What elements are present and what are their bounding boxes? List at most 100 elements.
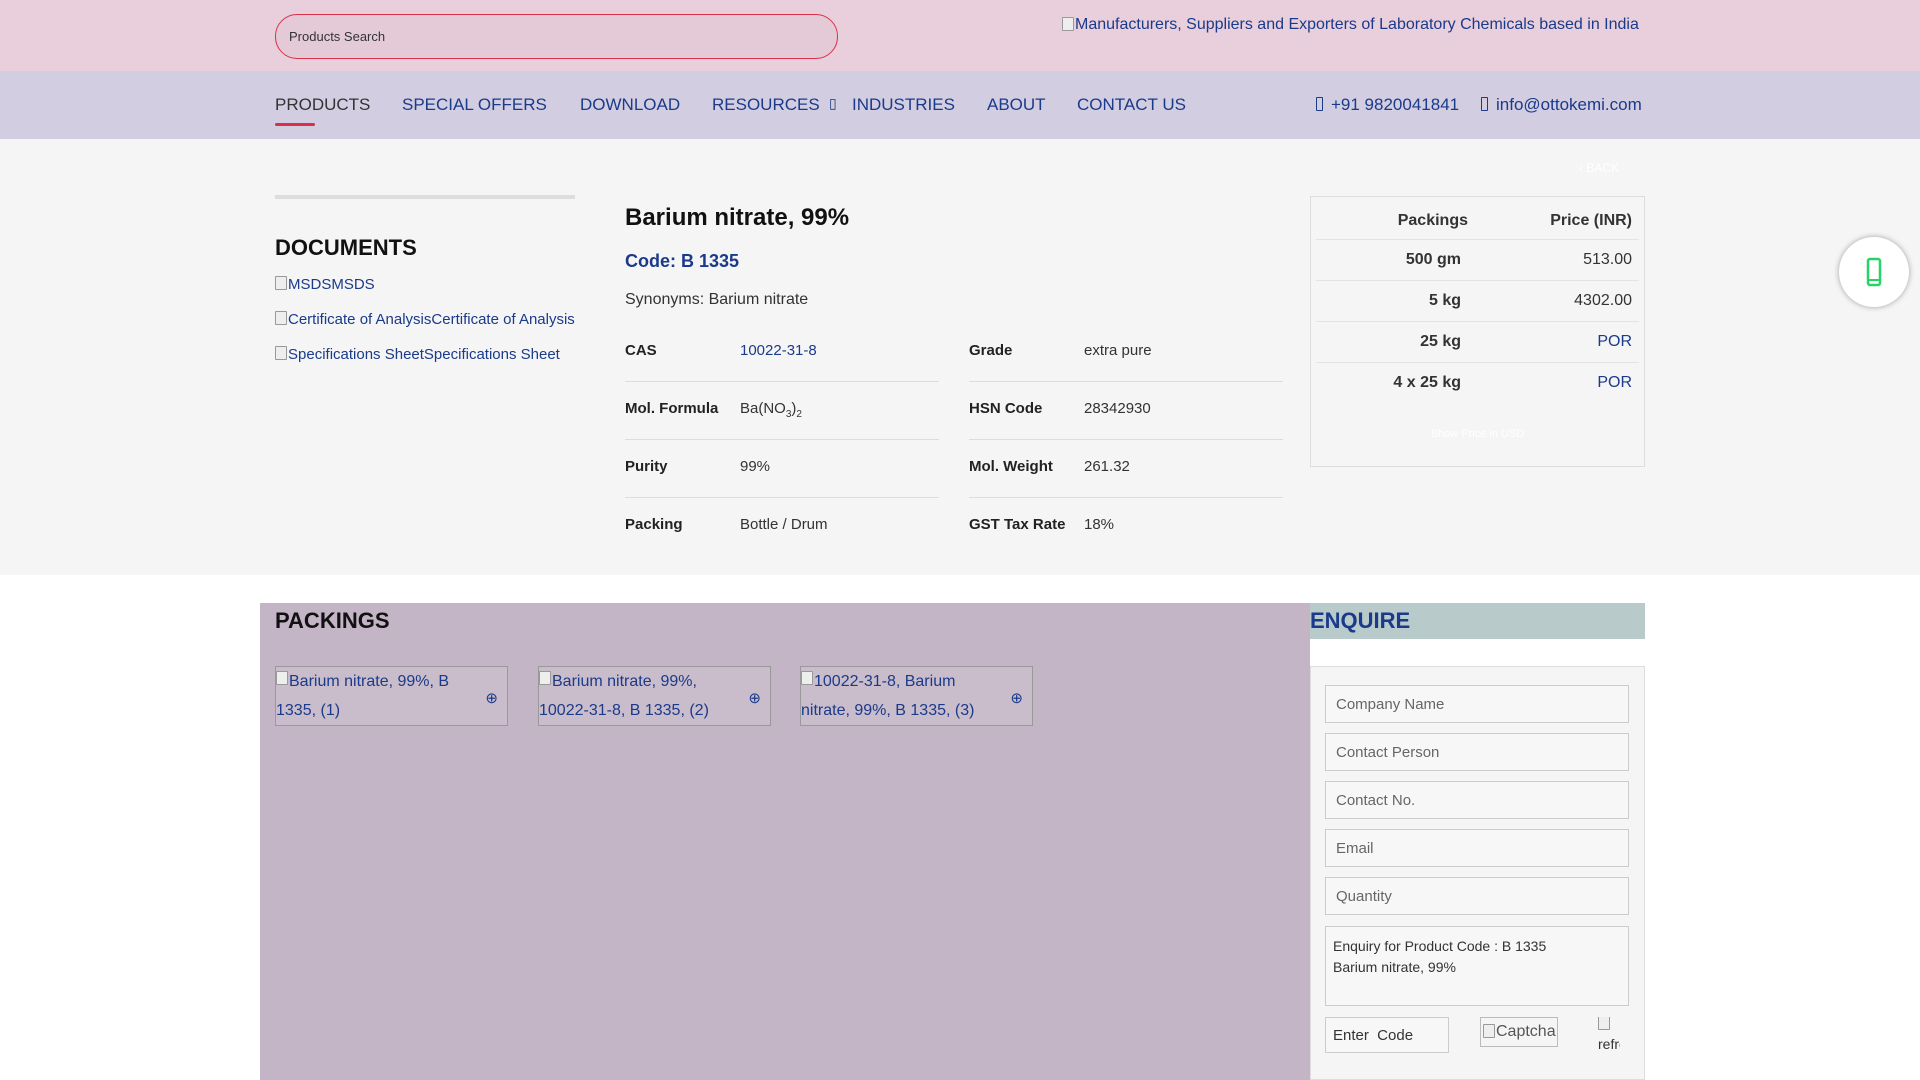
spec-sheet-icon-alt[interactable]: Specifications Sheet bbox=[288, 346, 424, 363]
phone-icon bbox=[1316, 97, 1323, 111]
nav-special-offers[interactable]: SPECIAL OFFERS bbox=[402, 95, 547, 115]
coa-icon-alt[interactable]: Certificate of Analysis bbox=[288, 311, 431, 328]
price-pack: 25 kg bbox=[1420, 333, 1461, 350]
msds-label[interactable]: MSDS bbox=[331, 276, 374, 293]
broken-image-icon bbox=[276, 671, 288, 685]
packing-image-alt: Barium nitrate, 99%, 10022-31-8, B 1335,… bbox=[539, 673, 709, 719]
email-link[interactable]: info@ottokemi.com bbox=[1481, 95, 1642, 115]
price-col-price: Price (INR) bbox=[1550, 212, 1632, 229]
price-table: Packings Price (INR) 500 gm 513.00 5 kg … bbox=[1310, 196, 1645, 467]
phone-number[interactable]: +91 9820041841 bbox=[1331, 95, 1459, 114]
product-synonyms: Synonyms: Barium nitrate bbox=[625, 291, 809, 308]
back-label[interactable]: BACK bbox=[1586, 161, 1619, 175]
price-pack: 500 gm bbox=[1405, 251, 1461, 268]
coa-label[interactable]: Certificate of Analysis bbox=[431, 311, 574, 328]
spec-row-hsn: HSN Code 28342930 bbox=[969, 382, 1283, 440]
msds-icon bbox=[275, 276, 287, 290]
captcha-alt: Captcha bbox=[1496, 1023, 1556, 1040]
phone-link[interactable]: +91 9820041841 bbox=[1316, 95, 1459, 115]
packing-image-3[interactable]: 10022-31-8, Barium nitrate, 99%, B 1335,… bbox=[800, 666, 1033, 726]
packing-image-alt: Barium nitrate, 99%, B 1335, (1) bbox=[276, 673, 450, 719]
packing-image-2[interactable]: Barium nitrate, 99%, 10022-31-8, B 1335,… bbox=[538, 666, 771, 726]
enquiry-message-field[interactable]: Enquiry for Product Code : B 1335 Barium… bbox=[1325, 926, 1629, 1006]
cas-number-link[interactable]: 10022-31-8 bbox=[740, 342, 817, 359]
packings-heading: PACKINGS bbox=[275, 608, 390, 633]
spec-label: CAS bbox=[625, 342, 657, 359]
contact-number-field[interactable] bbox=[1325, 781, 1629, 819]
spec-label: Packing bbox=[625, 516, 683, 533]
price-col-packings: Packings bbox=[1397, 212, 1468, 229]
price-pack: 4 x 25 kg bbox=[1393, 374, 1461, 391]
price-on-request-link[interactable]: POR bbox=[1597, 374, 1632, 392]
spec-label: Mol. Weight bbox=[969, 458, 1053, 475]
zoom-icon[interactable]: ⊕ bbox=[485, 684, 498, 713]
email-address[interactable]: info@ottokemi.com bbox=[1496, 95, 1642, 114]
back-link[interactable]: ‹ BACK bbox=[1579, 161, 1619, 175]
msds-link[interactable]: MSDS MSDS bbox=[275, 272, 575, 296]
product-search-box[interactable] bbox=[275, 14, 838, 59]
nav-download[interactable]: DOWNLOAD bbox=[580, 95, 680, 115]
coa-link[interactable]: Certificate of Analysis Certificate of A… bbox=[275, 307, 575, 331]
packing-image-1[interactable]: Barium nitrate, 99%, B 1335, (1) ⊕ bbox=[275, 666, 508, 726]
contact-person-field[interactable] bbox=[1325, 733, 1629, 771]
broken-image-icon bbox=[539, 671, 551, 685]
spec-sheet-link[interactable]: Specifications Sheet Specifications Shee… bbox=[275, 342, 575, 366]
site-logo-alt-text[interactable]: Manufacturers, Suppliers and Exporters o… bbox=[1075, 16, 1639, 34]
spec-label: Grade bbox=[969, 342, 1013, 359]
spec-sheet-icon bbox=[275, 346, 287, 360]
spec-row-gst: GST Tax Rate 18% bbox=[969, 498, 1283, 556]
enquire-heading: ENQUIRE bbox=[1310, 608, 1411, 633]
spec-label: GST Tax Rate bbox=[969, 516, 1066, 533]
refresh-icon bbox=[1598, 1017, 1610, 1030]
spec-row-packing: Packing Bottle / Drum bbox=[625, 498, 939, 556]
site-logo[interactable]: Manufacturers, Suppliers and Exporters o… bbox=[1062, 16, 1639, 34]
nav-products[interactable]: PRODUCTS bbox=[275, 95, 370, 126]
spec-label: Purity bbox=[625, 458, 668, 475]
captcha-code-field[interactable] bbox=[1325, 1017, 1449, 1053]
email-field[interactable] bbox=[1325, 829, 1629, 867]
nav-contact-us[interactable]: CONTACT US bbox=[1077, 95, 1186, 115]
spec-sheet-label[interactable]: Specifications Sheet bbox=[424, 346, 560, 363]
broken-image-icon bbox=[1062, 17, 1074, 31]
sidebar-divider bbox=[275, 195, 575, 199]
coa-icon bbox=[275, 311, 287, 325]
whatsapp-button[interactable] bbox=[1839, 237, 1909, 307]
product-code: Code: B 1335 bbox=[625, 251, 740, 271]
nav-industries[interactable]: INDUSTRIES bbox=[852, 95, 955, 115]
spec-row-formula: Mol. Formula Ba(NO3)2 bbox=[625, 382, 939, 440]
spec-row-mol-weight: Mol. Weight 261.32 bbox=[969, 440, 1283, 498]
price-row: 5 kg 4302.00 bbox=[1316, 280, 1639, 321]
broken-image-icon bbox=[801, 671, 813, 685]
zoom-icon[interactable]: ⊕ bbox=[1010, 684, 1023, 713]
nav-resources[interactable]: RESOURCES bbox=[712, 95, 820, 115]
spec-value: 99% bbox=[740, 458, 771, 475]
zoom-icon[interactable]: ⊕ bbox=[748, 684, 761, 713]
quantity-field[interactable] bbox=[1325, 877, 1629, 915]
refresh-alt[interactable]: refresh bbox=[1598, 1036, 1620, 1052]
packing-image-alt: 10022-31-8, Barium nitrate, 99%, B 1335,… bbox=[801, 673, 975, 719]
spec-value: 261.32 bbox=[1084, 458, 1130, 475]
broken-image-icon bbox=[1483, 1024, 1495, 1038]
product-search-input[interactable] bbox=[276, 15, 837, 58]
price-on-request-link[interactable]: POR bbox=[1597, 333, 1632, 351]
spec-value: 28342930 bbox=[1084, 400, 1151, 417]
documents-sidebar: DOCUMENTS MSDS MSDS Certificate of Analy… bbox=[275, 195, 575, 366]
price-pack: 5 kg bbox=[1428, 292, 1461, 309]
envelope-icon bbox=[1481, 97, 1488, 111]
msds-icon-alt[interactable]: MSDS bbox=[288, 276, 331, 293]
spec-label: Mol. Formula bbox=[625, 400, 719, 417]
price-row: 500 gm 513.00 bbox=[1316, 239, 1639, 280]
show-usd-price-link[interactable]: Show Price in USD bbox=[1311, 428, 1644, 440]
resources-dropdown-icon[interactable]: ▯ bbox=[829, 95, 837, 112]
mol-formula-value: Ba(NO3)2 bbox=[740, 400, 802, 420]
price-row: 4 x 25 kg POR bbox=[1316, 362, 1639, 403]
spec-row-purity: Purity 99% bbox=[625, 440, 939, 498]
spec-row-cas: CAS 10022-31-8 bbox=[625, 324, 939, 382]
company-name-field[interactable] bbox=[1325, 685, 1629, 723]
main-navigation: PRODUCTS SPECIAL OFFERS DOWNLOAD RESOURC… bbox=[0, 71, 1920, 139]
captcha-image: Captcha bbox=[1480, 1017, 1558, 1047]
spec-value: 18% bbox=[1084, 516, 1115, 533]
nav-about[interactable]: ABOUT bbox=[987, 95, 1046, 115]
refresh-captcha-button[interactable]: refresh bbox=[1598, 1017, 1620, 1057]
documents-heading: DOCUMENTS bbox=[275, 235, 417, 260]
